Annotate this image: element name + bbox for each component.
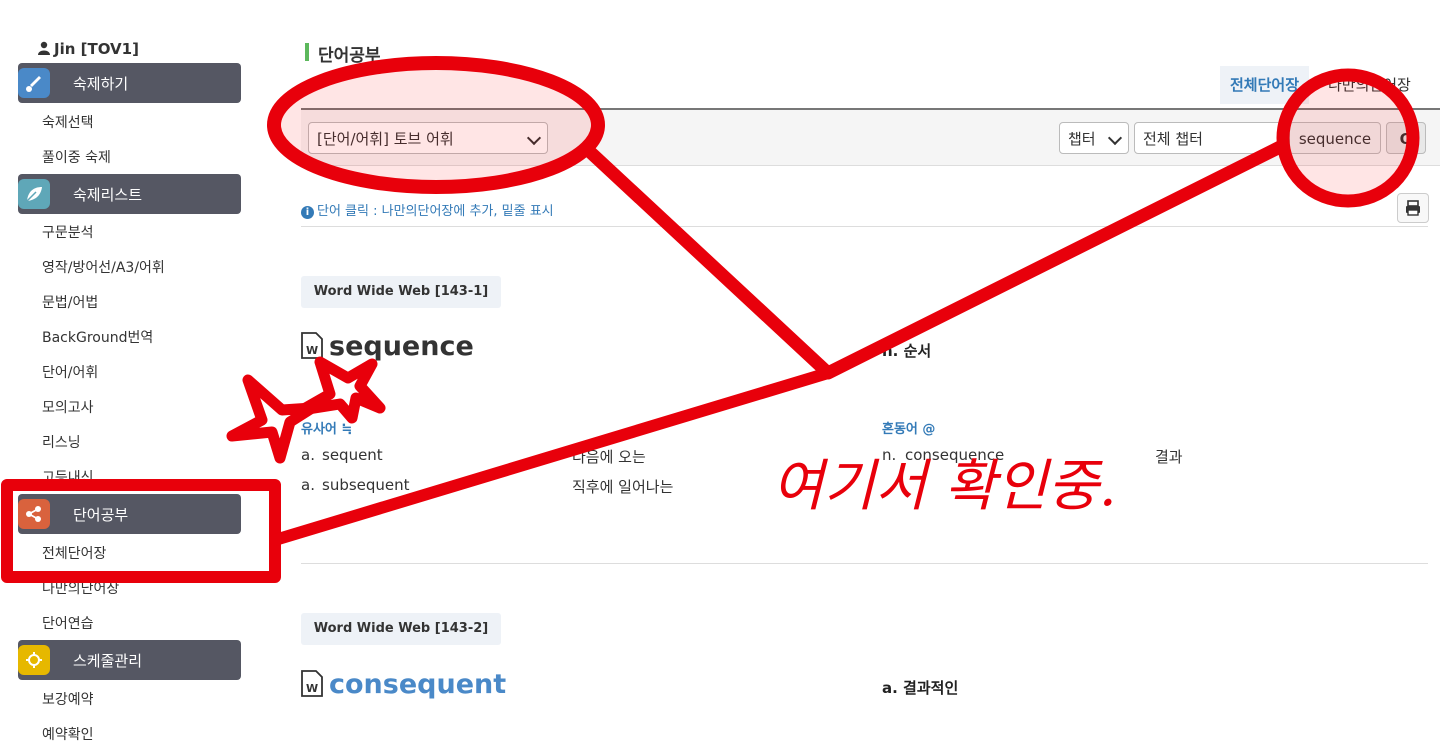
confusable-word[interactable]: consequence — [905, 446, 1004, 464]
user-name: Jin [TOV1] — [38, 40, 139, 58]
word-meaning: n. 순서 — [882, 342, 932, 360]
search-input[interactable]: sequence — [1289, 122, 1381, 154]
svg-text:W: W — [306, 344, 318, 357]
svg-text:W: W — [306, 682, 318, 695]
sidebar-item-booking-check[interactable]: 예약확인 — [42, 724, 94, 744]
tab-all-words[interactable]: 전체단어장 — [1220, 66, 1310, 104]
synonym-meaning: 다음에 오는 — [572, 448, 646, 466]
brush-icon — [18, 68, 50, 98]
synonym-meaning: 직후에 일어나는 — [572, 478, 674, 496]
search-button[interactable]: Q — [1386, 122, 1426, 154]
sidebar-item-homework-inprogress[interactable]: 풀이중 숙제 — [42, 147, 111, 167]
sidebar-item-makeup-booking[interactable]: 보강예약 — [42, 689, 94, 709]
source-chip: Word Wide Web [143-1] — [301, 276, 501, 308]
synonym-pos: a. — [301, 476, 315, 494]
confusable-pos: n. — [882, 446, 897, 464]
printer-icon — [1406, 200, 1420, 216]
info-hint: i 단어 클릭 : 나만의단어장에 추가, 밑줄 표시 — [301, 200, 554, 219]
chevron-down-icon — [526, 130, 542, 146]
sidebar-item-grammar[interactable]: 문법/어법 — [42, 292, 98, 312]
category-select[interactable]: [단어/어휘] 토브 어휘 — [308, 122, 548, 154]
sidebar-item-listening[interactable]: 리스닝 — [42, 432, 81, 452]
confusable-label: 혼동어 @ — [882, 422, 936, 437]
synonym-word[interactable]: subsequent — [322, 476, 410, 494]
sidebar-section-label: 숙제하기 — [73, 75, 129, 93]
annotation-line — [581, 139, 1289, 380]
title-accent-bar — [305, 43, 309, 61]
sidebar-section-homework[interactable]: 숙제하기 — [18, 63, 241, 103]
sidebar-section-label: 단어공부 — [73, 506, 129, 524]
sidebar-item-word-practice[interactable]: 단어연습 — [42, 613, 94, 633]
synonym-label: 유사어 ≒ — [301, 422, 353, 437]
sidebar-section-label: 숙제리스트 — [73, 186, 143, 204]
synonym-word[interactable]: sequent — [322, 446, 383, 464]
word-document-icon: W — [301, 670, 323, 697]
leaf-icon — [18, 179, 50, 209]
tab-my-words[interactable]: 나만의단어장 — [1318, 66, 1421, 104]
share-icon — [18, 499, 50, 529]
sidebar-item-syntax[interactable]: 구문분석 — [42, 222, 94, 242]
sidebar-item-my-words[interactable]: 나만의단어장 — [42, 578, 119, 598]
sidebar-item-vocab[interactable]: 단어/어휘 — [42, 362, 98, 382]
sidebar-item-background[interactable]: BackGround번역 — [42, 327, 153, 347]
divider — [301, 226, 1428, 227]
sidebar-item-writing[interactable]: 영작/방어선/A3/어휘 — [42, 257, 165, 277]
sidebar-item-all-words[interactable]: 전체단어장 — [42, 543, 106, 563]
annotation-star — [296, 356, 386, 424]
word-document-icon: W — [301, 332, 323, 359]
sidebar-section-schedule[interactable]: 스케줄관리 — [18, 640, 241, 680]
sidebar-item-mock-exam[interactable]: 모의고사 — [42, 397, 94, 417]
confusable-meaning: 결과 — [1155, 448, 1183, 466]
chevron-down-icon — [1107, 130, 1123, 146]
page-title: 단어공부 — [318, 46, 381, 66]
sidebar-item-school-exam[interactable]: 고등내신 — [42, 467, 94, 487]
synonym-pos: a. — [301, 446, 315, 464]
sidebar-section-homework-list[interactable]: 숙제리스트 — [18, 174, 241, 214]
sidebar-section-word-study[interactable]: 단어공부 — [18, 494, 241, 534]
crosshair-icon — [18, 645, 50, 675]
sidebar-section-label: 스케줄관리 — [73, 652, 143, 670]
user-icon — [38, 41, 50, 55]
chapter-value-field[interactable]: 전체 챕터 — [1134, 122, 1284, 154]
source-chip: Word Wide Web [143-2] — [301, 613, 501, 645]
info-icon: i — [301, 206, 314, 219]
word-meaning: a. 결과적인 — [882, 679, 959, 697]
word-entry-title[interactable]: Wsequence — [301, 331, 474, 362]
annotation-star — [226, 374, 318, 464]
sidebar-item-homework-select[interactable]: 숙제선택 — [42, 112, 94, 132]
print-button[interactable] — [1397, 193, 1429, 223]
divider — [301, 563, 1428, 564]
word-entry-title[interactable]: Wconsequent — [301, 669, 506, 700]
chapter-select[interactable]: 챕터 — [1059, 122, 1129, 154]
